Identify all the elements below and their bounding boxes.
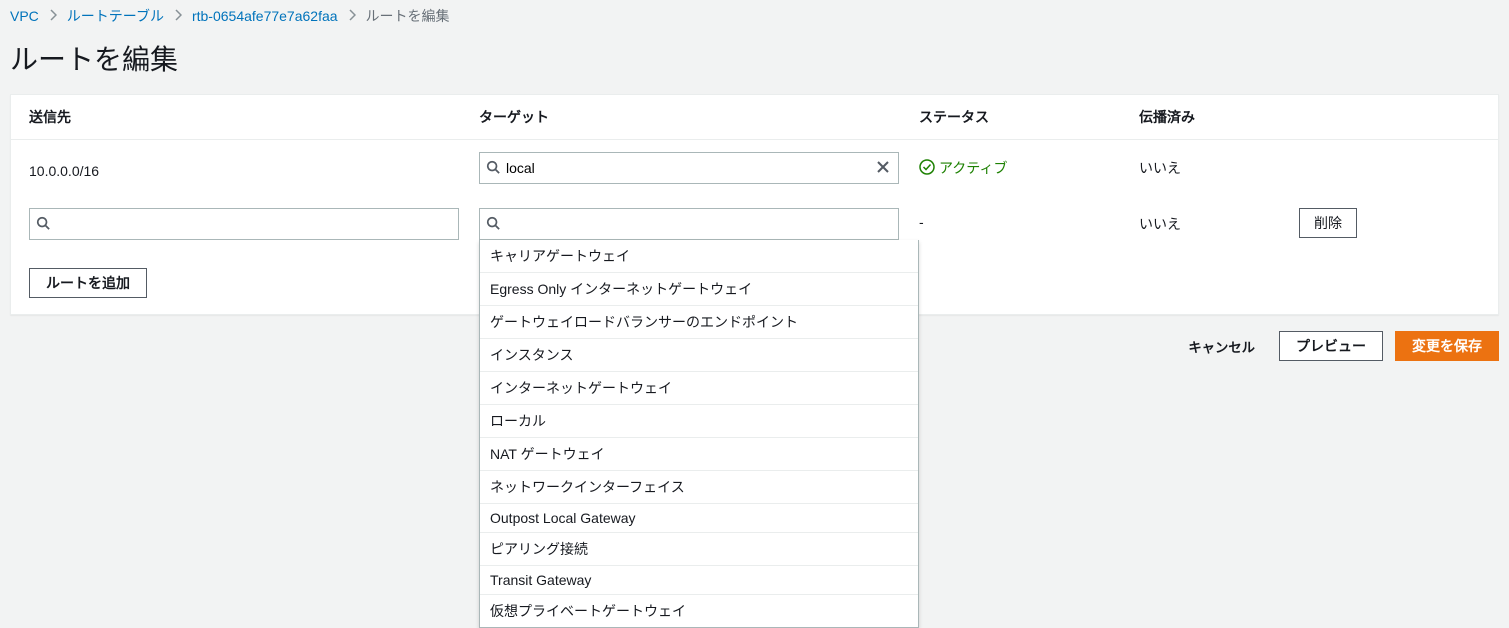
target-input-wrap[interactable]: [479, 208, 899, 240]
target-input[interactable]: [500, 160, 874, 176]
target-input[interactable]: [500, 216, 892, 232]
table-header-row: 送信先 ターゲット ステータス 伝播済み: [11, 95, 1498, 140]
header-propagated: 伝播済み: [1139, 107, 1299, 127]
search-icon: [36, 216, 50, 233]
dropdown-item[interactable]: 仮想プライベートゲートウェイ: [480, 594, 918, 627]
header-status: ステータス: [919, 107, 1139, 127]
dropdown-item[interactable]: Transit Gateway: [480, 565, 918, 594]
breadcrumb-current: ルートを編集: [366, 6, 450, 26]
propagated-value: いいえ: [1139, 208, 1299, 234]
target-dropdown: キャリアゲートウェイEgress Only インターネットゲートウェイゲートウェ…: [479, 240, 919, 628]
add-route-button[interactable]: ルートを追加: [29, 268, 147, 298]
destination-value: 10.0.0.0/16: [29, 157, 479, 179]
destination-input-wrap[interactable]: [29, 208, 459, 240]
dropdown-item[interactable]: Outpost Local Gateway: [480, 503, 918, 532]
dropdown-item[interactable]: ローカル: [480, 404, 918, 437]
status-badge: アクティブ: [919, 158, 1007, 178]
header-target: ターゲット: [479, 107, 919, 127]
dropdown-item[interactable]: キャリアゲートウェイ: [480, 240, 918, 272]
search-icon: [486, 216, 500, 233]
dropdown-item[interactable]: NAT ゲートウェイ: [480, 437, 918, 470]
dropdown-item[interactable]: ネットワークインターフェイス: [480, 470, 918, 503]
dropdown-item[interactable]: インターネットゲートウェイ: [480, 371, 918, 404]
delete-button[interactable]: 削除: [1299, 208, 1357, 238]
breadcrumb-vpc[interactable]: VPC: [10, 8, 39, 24]
breadcrumb-rtb-id[interactable]: rtb-0654afe77e7a62faa: [192, 8, 338, 24]
chevron-right-icon: [174, 8, 182, 24]
preview-button[interactable]: プレビュー: [1279, 331, 1383, 361]
breadcrumb-route-tables[interactable]: ルートテーブル: [67, 6, 164, 26]
save-button[interactable]: 変更を保存: [1395, 331, 1499, 361]
routes-panel: 送信先 ターゲット ステータス 伝播済み 10.0.0.0/16: [10, 94, 1499, 315]
clear-icon[interactable]: [874, 158, 892, 179]
search-icon: [486, 160, 500, 177]
page-title: ルートを編集: [0, 30, 1509, 94]
check-circle-icon: [919, 159, 935, 178]
dropdown-item[interactable]: ピアリング接続: [480, 532, 918, 565]
dropdown-item[interactable]: Egress Only インターネットゲートウェイ: [480, 272, 918, 305]
header-destination: 送信先: [29, 107, 479, 127]
dropdown-item[interactable]: インスタンス: [480, 338, 918, 371]
breadcrumb: VPC ルートテーブル rtb-0654afe77e7a62faa ルートを編集: [0, 0, 1509, 30]
destination-input[interactable]: [50, 216, 452, 232]
target-input-wrap[interactable]: [479, 152, 899, 184]
propagated-value: いいえ: [1139, 158, 1299, 178]
chevron-right-icon: [348, 8, 356, 24]
table-row: キャリアゲートウェイEgress Only インターネットゲートウェイゲートウェ…: [11, 196, 1498, 252]
status-text: -: [919, 208, 1139, 230]
chevron-right-icon: [49, 8, 57, 24]
status-text: アクティブ: [939, 158, 1007, 178]
cancel-button[interactable]: キャンセル: [1176, 333, 1267, 360]
dropdown-item[interactable]: ゲートウェイロードバランサーのエンドポイント: [480, 305, 918, 338]
table-row: 10.0.0.0/16 アクティブ いいえ: [11, 140, 1498, 196]
